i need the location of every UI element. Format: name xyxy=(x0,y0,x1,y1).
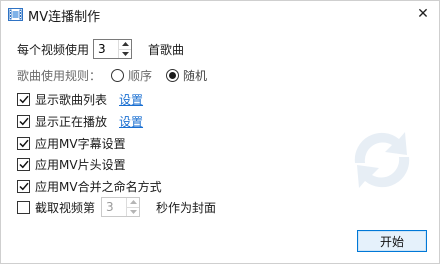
stepper-up-button[interactable] xyxy=(127,198,139,207)
chevron-up-icon xyxy=(129,200,137,205)
chevron-down-icon xyxy=(121,51,129,56)
title-bar[interactable]: MV连播制作 ✕ xyxy=(1,1,439,29)
songs-per-video-value[interactable]: 3 xyxy=(94,40,118,58)
checkbox-row-subtitle-settings: 应用MV字幕设置 xyxy=(17,133,126,153)
songs-per-video-stepper[interactable]: 3 xyxy=(93,39,133,59)
checkmark-icon xyxy=(18,95,29,103)
cover-seconds-stepper[interactable]: 3 xyxy=(101,197,141,217)
cover-frame-prefix: 截取视频第 xyxy=(35,200,96,215)
song-rule-label: 歌曲使用规则： xyxy=(17,68,102,83)
show-now-playing-label: 显示正在播放 xyxy=(35,114,108,129)
window-title: MV连播制作 xyxy=(28,10,101,25)
checkmark-icon xyxy=(18,117,29,125)
stepper-arrows xyxy=(118,40,132,59)
radio-sequential-label: 顺序 xyxy=(128,68,153,83)
songs-per-video-row: 每个视频使用 3 首歌曲 xyxy=(17,39,184,59)
songs-per-video-prefix: 每个视频使用 xyxy=(17,42,90,57)
song-rule-row: 歌曲使用规则： 顺序 随机 xyxy=(17,65,207,85)
radio-sequential[interactable]: 顺序 xyxy=(111,67,152,84)
show-song-list-settings-link[interactable]: 设置 xyxy=(119,91,143,108)
checkmark-icon xyxy=(18,139,29,147)
radio-random-label: 随机 xyxy=(183,68,208,83)
chevron-up-icon xyxy=(121,42,129,47)
apply-subtitle-settings-checkbox[interactable] xyxy=(17,136,30,150)
close-icon: ✕ xyxy=(417,6,429,22)
apply-merge-naming-label: 应用MV合并之命名方式 xyxy=(35,179,162,194)
dialog-window: MV连播制作 ✕ 每个视频使用 3 首歌曲 歌曲使用规则： 顺序 随机 显示歌曲… xyxy=(0,0,440,264)
radio-sequential-circle[interactable] xyxy=(111,68,125,82)
cover-frame-checkbox[interactable] xyxy=(17,200,30,214)
radio-selected-dot xyxy=(169,71,177,79)
chevron-down-icon xyxy=(129,209,137,214)
show-now-playing-checkbox[interactable] xyxy=(17,114,30,128)
start-button[interactable]: 开始 xyxy=(357,230,427,252)
apply-merge-naming-checkbox[interactable] xyxy=(17,179,30,193)
show-song-list-checkbox[interactable] xyxy=(17,92,30,106)
apply-intro-settings-checkbox[interactable] xyxy=(17,157,30,171)
checkmark-icon xyxy=(18,160,29,168)
refresh-arrows-icon xyxy=(341,119,423,201)
checkbox-row-show-song-list: 显示歌曲列表 设置 xyxy=(17,89,143,109)
checkbox-row-show-now-playing: 显示正在播放 设置 xyxy=(17,111,143,131)
radio-random-circle[interactable] xyxy=(166,68,180,82)
apply-intro-settings-label: 应用MV片头设置 xyxy=(35,157,126,172)
cover-frame-suffix: 秒作为封面 xyxy=(156,200,217,215)
close-button[interactable]: ✕ xyxy=(411,3,435,25)
stepper-down-button[interactable] xyxy=(119,48,132,59)
show-now-playing-settings-link[interactable]: 设置 xyxy=(119,113,143,130)
show-song-list-label: 显示歌曲列表 xyxy=(35,92,108,107)
stepper-arrows xyxy=(126,198,140,217)
apply-subtitle-settings-label: 应用MV字幕设置 xyxy=(35,136,126,151)
cover-frame-row: 截取视频第 3 秒作为封面 xyxy=(17,197,216,217)
stepper-up-button[interactable] xyxy=(119,40,131,49)
cover-seconds-value[interactable]: 3 xyxy=(102,198,126,216)
checkbox-row-merge-naming: 应用MV合并之命名方式 xyxy=(17,176,162,196)
songs-per-video-suffix: 首歌曲 xyxy=(148,42,185,57)
stepper-down-button[interactable] xyxy=(127,206,140,217)
radio-random[interactable]: 随机 xyxy=(166,67,207,84)
checkbox-row-intro-settings: 应用MV片头设置 xyxy=(17,154,126,174)
film-icon xyxy=(8,8,23,21)
checkmark-icon xyxy=(18,182,29,190)
